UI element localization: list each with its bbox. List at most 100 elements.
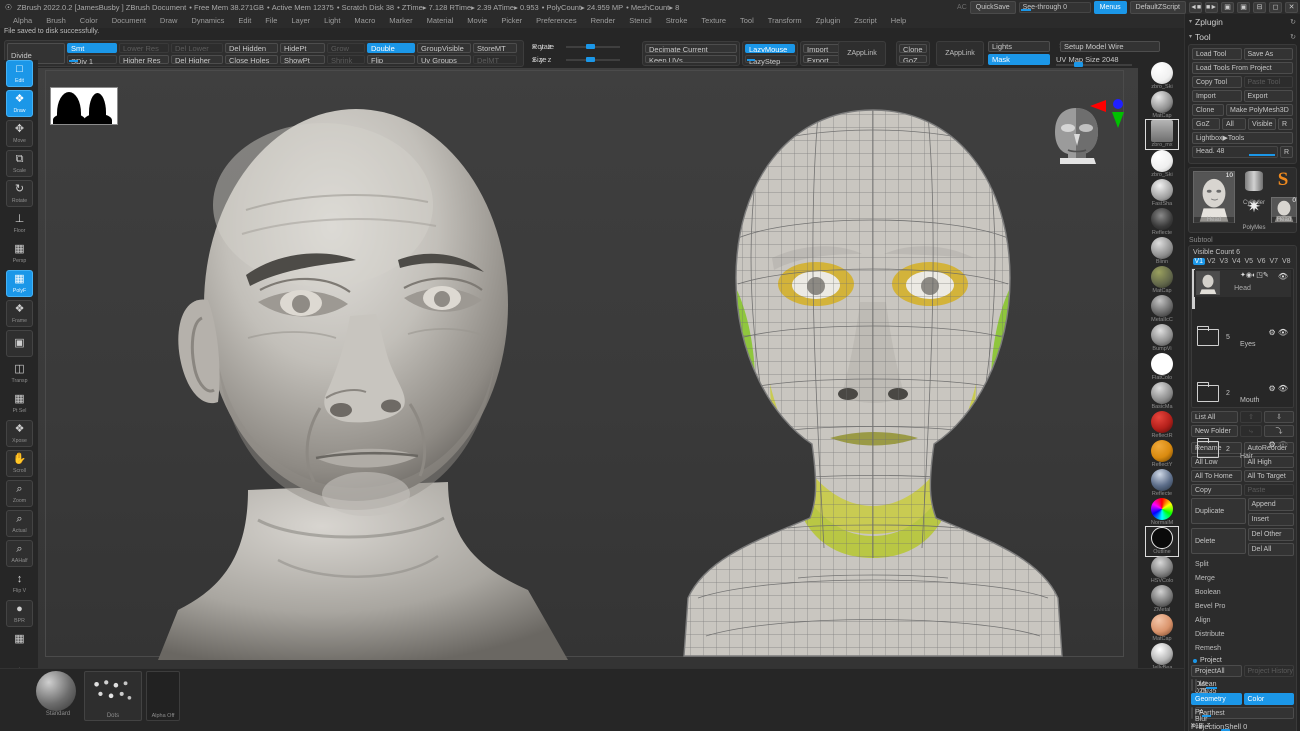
menu-item-texture[interactable]: Texture (694, 14, 733, 28)
zoom-button[interactable]: ⌕Zoom (6, 480, 33, 507)
subtool-paste-button[interactable]: Paste (1244, 484, 1295, 496)
vtag-v3[interactable]: V3 (1218, 258, 1230, 265)
del-other-button[interactable]: Del Other (1248, 528, 1295, 541)
menu-item-dynamics[interactable]: Dynamics (184, 14, 231, 28)
smt-toggle[interactable]: Smt (67, 43, 117, 53)
menu-item-zscript[interactable]: Zscript (847, 14, 884, 28)
vtag-v1[interactable]: V1 (1193, 258, 1205, 265)
section-remesh[interactable]: Remesh (1191, 642, 1294, 656)
viewport-canvas[interactable] (38, 68, 1138, 668)
setup-model-wire-button[interactable]: Setup Model Wire (1060, 41, 1160, 52)
menu-item-stencil[interactable]: Stencil (622, 14, 659, 28)
material-item-14[interactable]: Reflecte (1146, 469, 1178, 498)
menu-item-marker[interactable]: Marker (382, 14, 419, 28)
shelf-zapplink-group[interactable]: ZAppLink (838, 41, 886, 66)
lower-res-button[interactable]: Lower Res (119, 43, 169, 53)
next-icon[interactable]: ■► (1205, 2, 1218, 13)
current-brush-preview[interactable]: Standard (36, 671, 80, 715)
tool-palette-header[interactable]: ▾ Tool ↻ (1185, 29, 1300, 44)
goz-all-button[interactable]: All (1222, 118, 1246, 130)
mask-button[interactable]: Mask (988, 54, 1050, 65)
size-handle[interactable] (586, 57, 595, 62)
tool-thumb-head-small[interactable]: 0 Head (1271, 197, 1297, 223)
prev-icon[interactable]: ◄■ (1189, 2, 1202, 13)
bpr-render-button[interactable]: ●BPR (6, 600, 33, 627)
reset-icon[interactable]: ↻ (1290, 18, 1296, 26)
gear-icon[interactable]: ⚙ (1268, 328, 1275, 337)
eye-icon[interactable]: 👁 (1278, 328, 1288, 337)
make-polymesh3d-button[interactable]: Make PolyMesh3D (1226, 104, 1293, 116)
save-as-button[interactable]: Save As (1244, 48, 1294, 60)
zscript-name-button[interactable]: DefaultZScript (1130, 1, 1186, 14)
orientation-gizmo[interactable] (1046, 90, 1126, 165)
project-farthest-button[interactable]: Farthest (1195, 707, 1294, 719)
folder-in-icon[interactable]: ⤷ (1240, 425, 1262, 437)
close-holes-button[interactable]: Close Holes (225, 55, 278, 65)
maximize-icon[interactable]: ◻ (1269, 2, 1282, 13)
decimate-current-button[interactable]: Decimate Current (645, 44, 737, 53)
menu-item-alpha[interactable]: Alpha (6, 14, 39, 28)
vtag-v8[interactable]: V8 (1281, 258, 1293, 265)
sdiv-handle[interactable] (69, 60, 78, 62)
material-item-11[interactable]: BasicMa (1146, 382, 1178, 411)
point-select-button[interactable]: ▦Pt Sel (6, 390, 33, 417)
menu-item-zplugin[interactable]: Zplugin (809, 14, 848, 28)
menu-item-brush[interactable]: Brush (39, 14, 73, 28)
material-item-18[interactable]: ZMetal (1146, 585, 1178, 614)
head-tool-slider[interactable]: Head. 48 (1192, 146, 1278, 158)
material-item-15[interactable]: NormalM (1146, 498, 1178, 527)
goz-tool-button[interactable]: GoZ (1192, 118, 1220, 130)
material-item-4[interactable]: FastSha (1146, 179, 1178, 208)
window-b-icon[interactable]: ▣ (1237, 2, 1250, 13)
transparency-button[interactable]: ◫Transp (6, 360, 33, 387)
subtool-copy-button[interactable]: Copy (1191, 484, 1242, 496)
material-item-3[interactable]: zbro_Ski (1146, 150, 1178, 179)
insert-button[interactable]: Insert (1248, 513, 1295, 526)
subtool-row-icons[interactable]: ✦◉◐◳✎ (1240, 271, 1269, 279)
load-tools-from-project-button[interactable]: Load Tools From Project (1192, 62, 1293, 74)
subtool-row-icons[interactable]: ⚙ 👁 (1268, 440, 1288, 449)
vtag-v2[interactable]: V2 (1206, 258, 1218, 265)
subtool-row-hair[interactable]: 2 Hair ⚙ 👁 (1194, 438, 1291, 465)
section-bevel-pro[interactable]: Bevel Pro (1191, 600, 1294, 614)
section-merge[interactable]: Merge (1191, 572, 1294, 586)
project-all-button[interactable]: ProjectAll (1191, 665, 1242, 677)
gear-icon[interactable]: ⚙ (1268, 440, 1275, 449)
vtag-v5[interactable]: V5 (1243, 258, 1255, 265)
uv-map-size-slider[interactable]: UV Map Size 2048 (1056, 54, 1144, 65)
section-boolean[interactable]: Boolean (1191, 586, 1294, 600)
project-color-button[interactable]: Color (1244, 693, 1295, 705)
new-folder-button[interactable]: New Folder (1191, 425, 1238, 437)
shrink-button[interactable]: Shrink (327, 55, 365, 65)
material-item-10[interactable]: FlatColo (1146, 353, 1178, 382)
duplicate-button[interactable]: Duplicate (1191, 498, 1246, 524)
move-up-button[interactable]: ⇧ (1240, 411, 1262, 423)
minimize-icon[interactable]: ⊟ (1253, 2, 1266, 13)
scroll-button[interactable]: ✋Scroll (6, 450, 33, 477)
menu-item-draw[interactable]: Draw (153, 14, 185, 28)
section-distribute[interactable]: Distribute (1191, 628, 1294, 642)
del-all-button[interactable]: Del All (1248, 543, 1295, 556)
menu-item-movie[interactable]: Movie (460, 14, 494, 28)
shelf-zapplink2-group[interactable]: ZAppLink (936, 41, 984, 66)
menu-item-edit[interactable]: Edit (231, 14, 258, 28)
tool-import-button[interactable]: Import (1192, 90, 1242, 102)
project-dist-slider[interactable]: Dist 0.0035 (1191, 679, 1193, 691)
menu-item-color[interactable]: Color (73, 14, 105, 28)
sdiv-slider[interactable]: SDiv 1 (67, 55, 117, 65)
quicksave-button[interactable]: QuickSave (970, 1, 1016, 14)
subtool-row-icons[interactable]: ⚙ 👁 (1268, 384, 1288, 393)
subtool-row-head[interactable]: ✦◉◐◳✎ 👁 Head (1194, 270, 1291, 297)
subtool-row-eyes[interactable]: 5 Eyes ⚙ 👁 (1194, 326, 1291, 353)
keep-uvs-button[interactable]: Keep UVs (645, 55, 737, 64)
all-to-home-button[interactable]: All To Home (1191, 470, 1242, 482)
hidept-button[interactable]: HidePt (280, 43, 325, 53)
perspective-button[interactable]: ▦Persp (6, 240, 33, 267)
aahalf-button[interactable]: ⌕AAHalf (6, 540, 33, 567)
menu-item-stroke[interactable]: Stroke (659, 14, 695, 28)
material-item-17[interactable]: HSVColo (1146, 556, 1178, 585)
material-item-0[interactable]: zbro_Ski (1146, 62, 1178, 91)
group-visible-button[interactable]: GroupVisible (417, 43, 471, 53)
move-button[interactable]: ✥Move (6, 120, 33, 147)
delete-button[interactable]: Delete (1191, 528, 1246, 554)
